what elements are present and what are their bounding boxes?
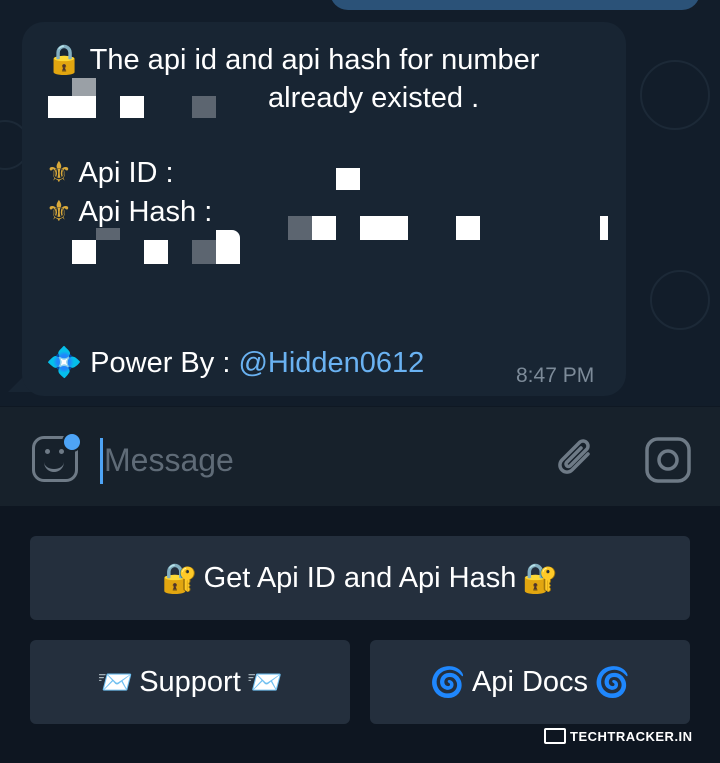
power-by-line: 💠 Power By : @Hidden0612 xyxy=(46,345,424,380)
api-hash-label: Api Hash : xyxy=(78,196,213,228)
wallpaper-doodle xyxy=(640,60,710,130)
lock-key-icon: 🔐 xyxy=(522,560,559,595)
redacted-api-hash xyxy=(456,216,480,240)
camera-icon[interactable] xyxy=(644,436,692,484)
support-label: Support xyxy=(139,665,241,698)
lock-key-icon: 🔐 xyxy=(161,560,198,595)
redacted-api-hash xyxy=(192,240,216,264)
wallpaper-doodle xyxy=(650,270,710,330)
message-timestamp: 8:47 PM xyxy=(516,364,595,387)
redacted-api-hash xyxy=(360,216,408,240)
api-id-label: Api ID : xyxy=(78,157,174,189)
message-input[interactable] xyxy=(104,436,524,484)
chat-area: 🔒 The api id and api hash for number alr… xyxy=(0,0,720,406)
notification-dot xyxy=(62,432,82,452)
lock-icon: 🔒 xyxy=(46,42,83,76)
redacted-block xyxy=(48,96,96,118)
get-api-id-label: Get Api ID and Api Hash xyxy=(203,561,517,594)
get-api-id-button[interactable]: 🔐 Get Api ID and Api Hash 🔐 xyxy=(30,536,690,620)
support-button[interactable]: 📨 Support 📨 xyxy=(30,640,350,724)
monitor-icon xyxy=(544,728,566,744)
cyclone-icon: 🌀 xyxy=(429,664,466,699)
redacted-block xyxy=(192,96,216,118)
fleur-de-lis-icon: ⚜ xyxy=(46,155,72,189)
envelope-icon: 📨 xyxy=(97,664,134,699)
watermark-text: TECHTRACKER.IN xyxy=(570,728,693,744)
redacted-api-hash xyxy=(288,216,312,240)
redacted-block xyxy=(120,96,144,118)
api-docs-button[interactable]: 🌀 Api Docs 🌀 xyxy=(370,640,690,724)
redacted-api-hash xyxy=(96,228,120,240)
redacted-api-hash xyxy=(216,230,240,264)
diamond-icon: 💠 xyxy=(46,345,83,379)
previous-outgoing-bubble xyxy=(330,0,700,10)
redacted-api-hash xyxy=(312,216,336,240)
mention-link[interactable]: @Hidden0612 xyxy=(238,347,424,379)
redacted-api-hash xyxy=(600,216,608,240)
cyclone-icon: 🌀 xyxy=(594,664,631,699)
redacted-block xyxy=(72,78,96,96)
message-line-1: 🔒 The api id and api hash for number xyxy=(46,42,539,77)
redacted-api-hash xyxy=(72,240,96,264)
api-docs-label: Api Docs xyxy=(471,665,589,698)
text-cursor xyxy=(100,438,103,484)
envelope-icon: 📨 xyxy=(246,664,283,699)
api-id-line: ⚜ Api ID : xyxy=(46,155,174,190)
api-hash-line: ⚜ Api Hash : xyxy=(46,194,212,229)
message-text-line-1: The api id and api hash for number xyxy=(89,44,540,76)
message-line-2: already existed . xyxy=(268,81,479,115)
fleur-de-lis-icon: ⚜ xyxy=(46,194,72,228)
watermark: TECHTRACKER.IN xyxy=(544,728,693,744)
power-by-label: Power By : xyxy=(90,347,231,379)
paperclip-icon[interactable] xyxy=(552,434,600,484)
redacted-api-hash xyxy=(144,240,168,264)
message-text-line-2: already existed . xyxy=(268,82,480,114)
redacted-api-id xyxy=(336,168,360,190)
